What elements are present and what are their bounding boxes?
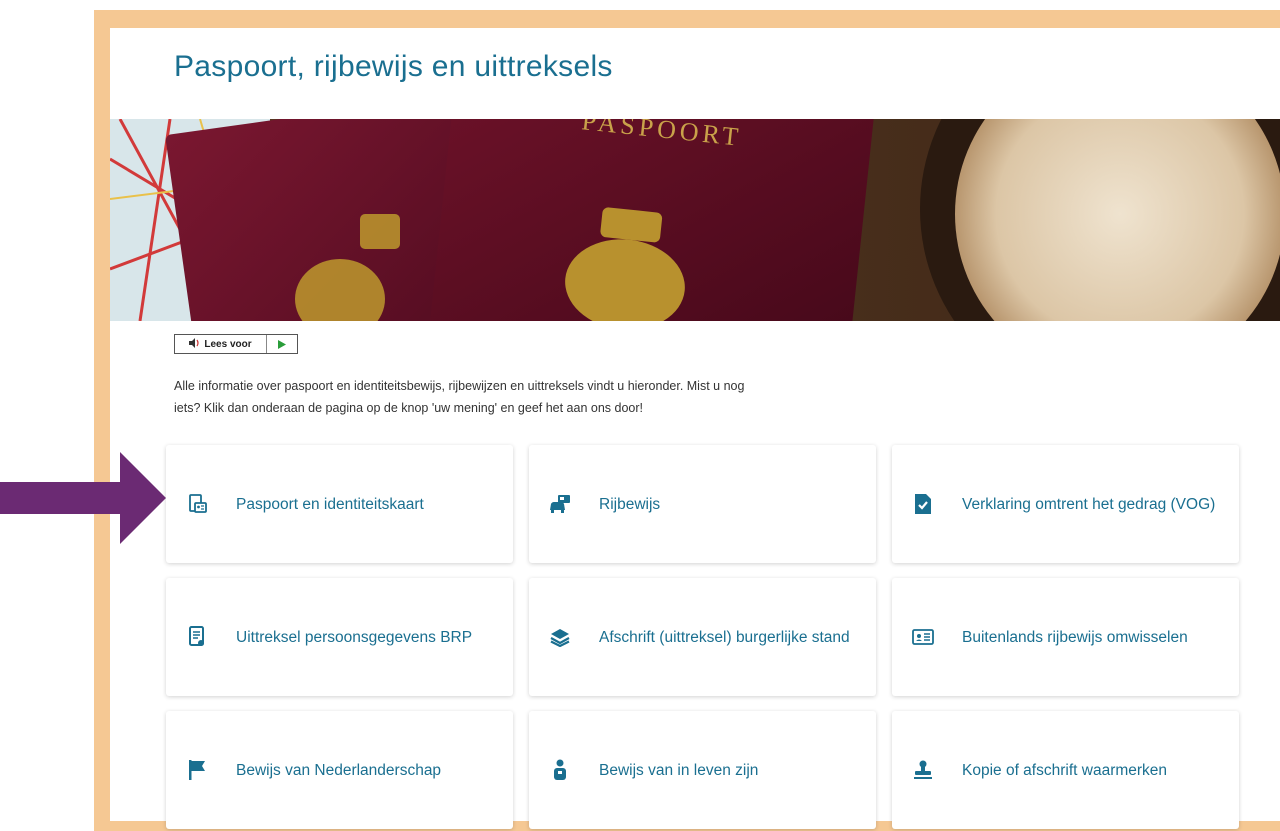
- intro-text: Alle informatie over paspoort en identit…: [174, 375, 854, 419]
- car-license-icon: [549, 493, 571, 515]
- card-label: Bewijs van Nederlanderschap: [236, 761, 442, 779]
- card-label: Rijbewijs: [599, 495, 661, 513]
- card-label: Buitenlands rijbewijs omwisselen: [962, 628, 1188, 646]
- card-uittreksel-brp[interactable]: Uittreksel persoonsgegevens BRP: [166, 578, 513, 696]
- card-label: Uittreksel persoonsgegevens BRP: [236, 628, 473, 646]
- card-in-leven-zijn[interactable]: Bewijs van in leven zijn: [529, 711, 876, 829]
- document-person-icon: [186, 626, 208, 648]
- card-afschrift-burgerlijke-stand[interactable]: Afschrift (uittreksel) burgerlijke stand: [529, 578, 876, 696]
- intro-line-1: Alle informatie over paspoort en identit…: [174, 379, 745, 393]
- id-card-icon: [186, 493, 208, 515]
- card-label: Bewijs van in leven zijn: [599, 761, 759, 779]
- license-card-icon: [912, 626, 934, 648]
- flag-icon: [186, 759, 208, 781]
- card-buitenlands-rijbewijs[interactable]: Buitenlands rijbewijs omwisselen: [892, 578, 1239, 696]
- hero-image: PASPOORT: [110, 119, 1280, 321]
- person-icon: [549, 759, 571, 781]
- page-title: Paspoort, rijbewijs en uittreksels: [174, 50, 613, 83]
- card-nederlanderschap[interactable]: Bewijs van Nederlanderschap: [166, 711, 513, 829]
- card-vog[interactable]: Verklaring omtrent het gedrag (VOG): [892, 445, 1239, 563]
- intro-line-2: iets? Klik dan onderaan de pagina op de …: [174, 401, 644, 415]
- card-rijbewijs[interactable]: Rijbewijs: [529, 445, 876, 563]
- card-label: Paspoort en identiteitskaart: [236, 495, 424, 513]
- read-aloud-button[interactable]: Lees voor: [174, 334, 298, 354]
- content-panel: Paspoort, rijbewijs en uittreksels PASPO…: [110, 28, 1280, 821]
- stamp-icon: [912, 759, 934, 781]
- speaker-icon: [189, 337, 201, 351]
- read-aloud-label-area[interactable]: Lees voor: [175, 335, 267, 353]
- document-check-icon: [912, 493, 934, 515]
- card-label: Kopie of afschrift waarmerken: [962, 761, 1168, 779]
- play-icon[interactable]: [267, 335, 297, 353]
- card-label: Verklaring omtrent het gedrag (VOG): [962, 495, 1216, 513]
- card-paspoort-identiteitskaart[interactable]: Paspoort en identiteitskaart: [166, 445, 513, 563]
- layers-icon: [549, 626, 571, 648]
- highlight-arrow-icon: [0, 450, 170, 551]
- card-label: Afschrift (uittreksel) burgerlijke stand: [599, 628, 850, 646]
- read-aloud-label: Lees voor: [204, 338, 252, 350]
- card-waarmerken[interactable]: Kopie of afschrift waarmerken: [892, 711, 1239, 829]
